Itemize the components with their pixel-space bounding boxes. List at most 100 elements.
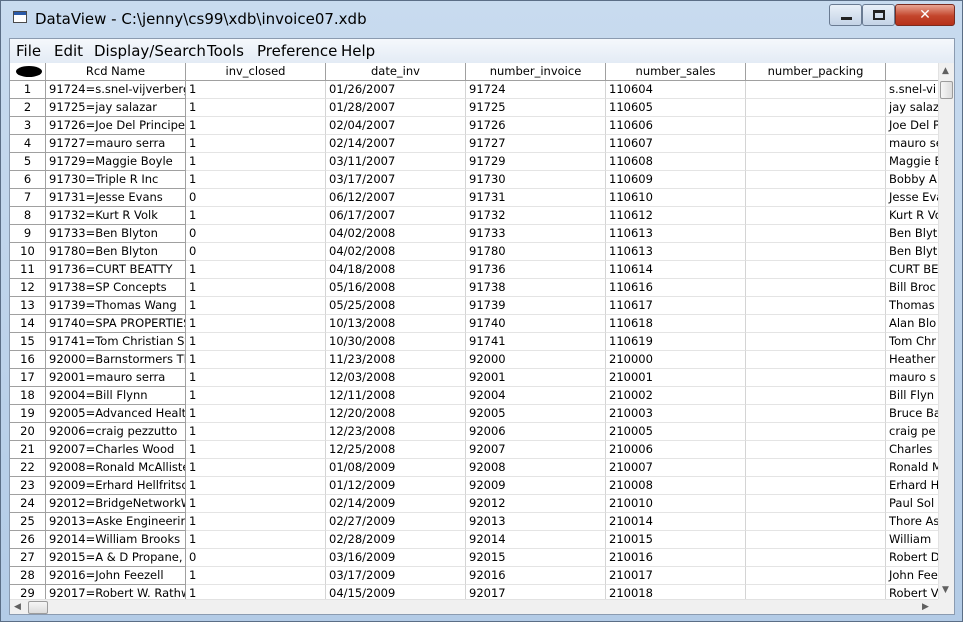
table-row[interactable]: 26 92014=William Brooks 1 02/28/2009 92014 21… [10, 531, 938, 549]
cell-number-sales[interactable]: 210014 [606, 513, 746, 531]
col-header-number-sales[interactable]: number_sales [606, 63, 746, 81]
col-header-date-inv[interactable]: date_inv [326, 63, 466, 81]
cell-date-inv[interactable]: 04/02/2008 [326, 243, 466, 261]
cell-number-packing[interactable] [746, 261, 886, 279]
table-row[interactable]: 4 91727=mauro serra 1 02/14/2007 91727 110607… [10, 135, 938, 153]
row-number[interactable]: 3 [10, 117, 46, 135]
cell-inv-closed[interactable]: 1 [186, 531, 326, 549]
cell-rcd-name[interactable]: 91739=Thomas Wang [46, 297, 186, 315]
row-number[interactable]: 24 [10, 495, 46, 513]
col-header-number-packing[interactable]: number_packing [746, 63, 886, 81]
cell-number-invoice[interactable]: 92006 [466, 423, 606, 441]
cell-number-invoice[interactable]: 91738 [466, 279, 606, 297]
cell-number-packing[interactable] [746, 117, 886, 135]
table-row[interactable]: 8 91732=Kurt R Volk 1 06/17/2007 91732 110612… [10, 207, 938, 225]
row-number[interactable]: 15 [10, 333, 46, 351]
cell-number-invoice[interactable]: 91739 [466, 297, 606, 315]
cell-next-column[interactable]: Alan Blo [886, 315, 938, 333]
table-row[interactable]: 18 92004=Bill Flynn 1 12/11/2008 92004 210002… [10, 387, 938, 405]
cell-number-packing[interactable] [746, 513, 886, 531]
cell-number-sales[interactable]: 210007 [606, 459, 746, 477]
cell-number-packing[interactable] [746, 585, 886, 599]
scroll-right-icon[interactable]: ▶ [922, 602, 929, 612]
horizontal-scrollbar[interactable]: ◀ ▶ [10, 599, 938, 614]
cell-number-packing[interactable] [746, 333, 886, 351]
cell-next-column[interactable]: Ben Blyt [886, 243, 938, 261]
row-number[interactable]: 5 [10, 153, 46, 171]
table-row[interactable]: 27 92015=A & D Propane, Ir 0 03/16/2009 9201… [10, 549, 938, 567]
cell-rcd-name[interactable]: 91733=Ben Blyton [46, 225, 186, 243]
menu-preference[interactable]: Preference [257, 42, 337, 60]
cell-rcd-name[interactable]: 92000=Barnstormers The [46, 351, 186, 369]
cell-number-packing[interactable] [746, 315, 886, 333]
row-number[interactable]: 22 [10, 459, 46, 477]
cell-number-invoice[interactable]: 91733 [466, 225, 606, 243]
cell-number-sales[interactable]: 110610 [606, 189, 746, 207]
cell-number-sales[interactable]: 210017 [606, 567, 746, 585]
cell-number-sales[interactable]: 210015 [606, 531, 746, 549]
table-row[interactable]: 23 92009=Erhard Hellfritscl 1 01/12/2009 920… [10, 477, 938, 495]
cell-number-sales[interactable]: 210002 [606, 387, 746, 405]
cell-number-sales[interactable]: 110608 [606, 153, 746, 171]
table-row[interactable]: 15 91741=Tom Christian Sve 1 10/30/2008 9174… [10, 333, 938, 351]
cell-number-sales[interactable]: 210018 [606, 585, 746, 599]
cell-number-invoice[interactable]: 91725 [466, 99, 606, 117]
cell-number-packing[interactable] [746, 477, 886, 495]
row-number[interactable]: 17 [10, 369, 46, 387]
app-window-icon[interactable] [13, 11, 27, 23]
cell-number-sales[interactable]: 110612 [606, 207, 746, 225]
cell-date-inv[interactable]: 04/15/2009 [326, 585, 466, 599]
cell-inv-closed[interactable]: 1 [186, 585, 326, 599]
cell-number-invoice[interactable]: 91729 [466, 153, 606, 171]
cell-rcd-name[interactable]: 91724=s.snel-vijverberg [46, 81, 186, 99]
cell-date-inv[interactable]: 12/20/2008 [326, 405, 466, 423]
cell-next-column[interactable]: Bill Flyn [886, 387, 938, 405]
maximize-button[interactable] [862, 4, 895, 26]
title-bar[interactable]: DataView - C:\jenny\cs99\xdb\invoice07.x… [1, 1, 962, 37]
row-number[interactable]: 13 [10, 297, 46, 315]
cell-next-column[interactable]: Thomas [886, 297, 938, 315]
cell-number-invoice[interactable]: 92009 [466, 477, 606, 495]
table-row[interactable]: 12 91738=SP Concepts 1 05/16/2008 91738 11061… [10, 279, 938, 297]
row-number[interactable]: 21 [10, 441, 46, 459]
cell-date-inv[interactable]: 02/27/2009 [326, 513, 466, 531]
col-header-next[interactable] [886, 63, 938, 81]
row-number[interactable]: 11 [10, 261, 46, 279]
cell-inv-closed[interactable]: 1 [186, 297, 326, 315]
cell-number-invoice[interactable]: 91731 [466, 189, 606, 207]
cell-rcd-name[interactable]: 92012=BridgeNetworkWe [46, 495, 186, 513]
cell-inv-closed[interactable]: 1 [186, 333, 326, 351]
cell-number-packing[interactable] [746, 495, 886, 513]
cell-date-inv[interactable]: 02/28/2009 [326, 531, 466, 549]
cell-number-packing[interactable] [746, 297, 886, 315]
cell-inv-closed[interactable]: 0 [186, 189, 326, 207]
cell-number-packing[interactable] [746, 279, 886, 297]
row-number[interactable]: 10 [10, 243, 46, 261]
cell-date-inv[interactable]: 12/25/2008 [326, 441, 466, 459]
col-header-number-invoice[interactable]: number_invoice [466, 63, 606, 81]
cell-number-invoice[interactable]: 91736 [466, 261, 606, 279]
cell-date-inv[interactable]: 03/11/2007 [326, 153, 466, 171]
scroll-up-icon[interactable]: ▲ [942, 66, 949, 76]
cell-number-packing[interactable] [746, 153, 886, 171]
cell-rcd-name[interactable]: 91729=Maggie Boyle [46, 153, 186, 171]
cell-number-packing[interactable] [746, 531, 886, 549]
cell-rcd-name[interactable]: 92014=William Brooks [46, 531, 186, 549]
cell-next-column[interactable]: John Fee [886, 567, 938, 585]
cell-date-inv[interactable]: 04/18/2008 [326, 261, 466, 279]
cell-number-packing[interactable] [746, 99, 886, 117]
cell-rcd-name[interactable]: 92004=Bill Flynn [46, 387, 186, 405]
row-number[interactable]: 26 [10, 531, 46, 549]
cell-rcd-name[interactable]: 91725=jay salazar [46, 99, 186, 117]
cell-next-column[interactable]: Tom Chr [886, 333, 938, 351]
close-button[interactable]: ✕ [895, 4, 955, 26]
row-number[interactable]: 20 [10, 423, 46, 441]
cell-next-column[interactable]: Thore As [886, 513, 938, 531]
cell-date-inv[interactable]: 01/26/2007 [326, 81, 466, 99]
table-row[interactable]: 16 92000=Barnstormers The 1 11/23/2008 92000… [10, 351, 938, 369]
row-number[interactable]: 29 [10, 585, 46, 599]
row-number[interactable]: 16 [10, 351, 46, 369]
cell-next-column[interactable]: mauro s [886, 369, 938, 387]
cell-date-inv[interactable]: 03/17/2009 [326, 567, 466, 585]
table-row[interactable]: 22 92008=Ronald McAlliste 1 01/08/2009 92008… [10, 459, 938, 477]
